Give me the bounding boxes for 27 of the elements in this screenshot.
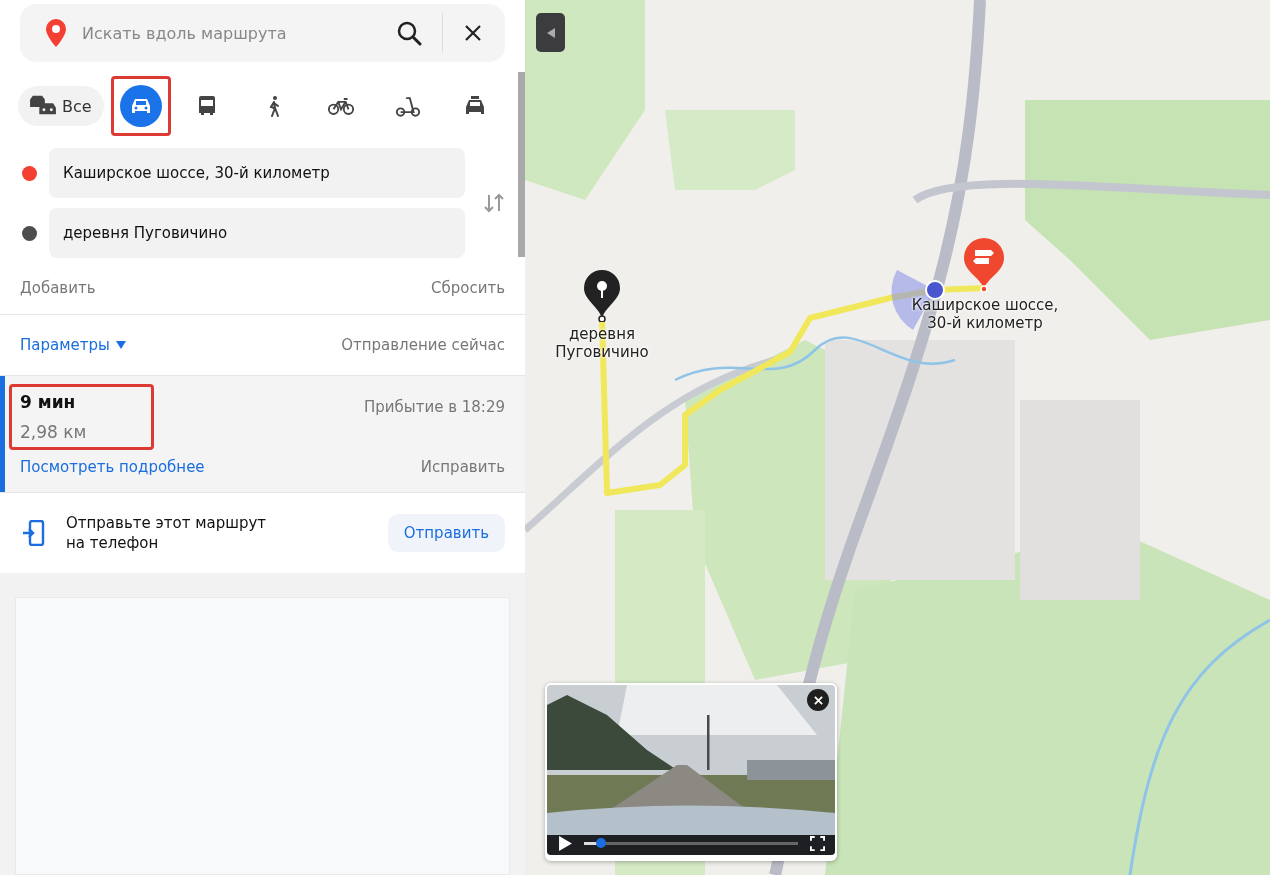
fix-link[interactable]: Исправить [420,458,505,476]
reset-link[interactable]: Сбросить [431,279,505,297]
swap-icon[interactable] [483,192,505,214]
route-card[interactable]: 9 мин 2,98 км Прибытие в 18:29 Посмотреть подробнее Исправить [0,376,525,492]
waypoint-field[interactable]: деревня Пуговичино [49,208,465,258]
send-button[interactable]: Отправить [387,514,505,552]
map-pin-icon [44,18,68,48]
route-distance: 2,98 км [20,422,88,442]
departure-link[interactable]: Отправление сейчас [341,336,505,354]
caret-icon [115,341,126,349]
phone-icon [22,520,46,546]
all-modes-tab[interactable]: Все [18,86,104,126]
car-mode-tab[interactable] [110,76,171,136]
close-icon[interactable] [463,23,483,43]
send-route-text: Отправьте этот маршрут на телефон [66,512,268,554]
parameters-dropdown[interactable]: Параметры [20,336,126,354]
waypoint-field[interactable]: Каширское шоссе, 30-й километр [49,148,465,198]
bus-icon [197,95,218,117]
bicycle-icon [327,96,356,116]
route-time: 9 мин [20,392,77,412]
scooter-icon [395,95,422,117]
search-icon[interactable] [396,20,422,46]
details-link[interactable]: Посмотреть подробнее [20,458,205,476]
scrollbar[interactable] [518,72,525,257]
add-link[interactable]: Добавить [20,279,96,297]
arrival-time: Прибытие в 18:29 [364,398,505,416]
search-field[interactable]: Искать вдоль маршрута [80,22,384,44]
